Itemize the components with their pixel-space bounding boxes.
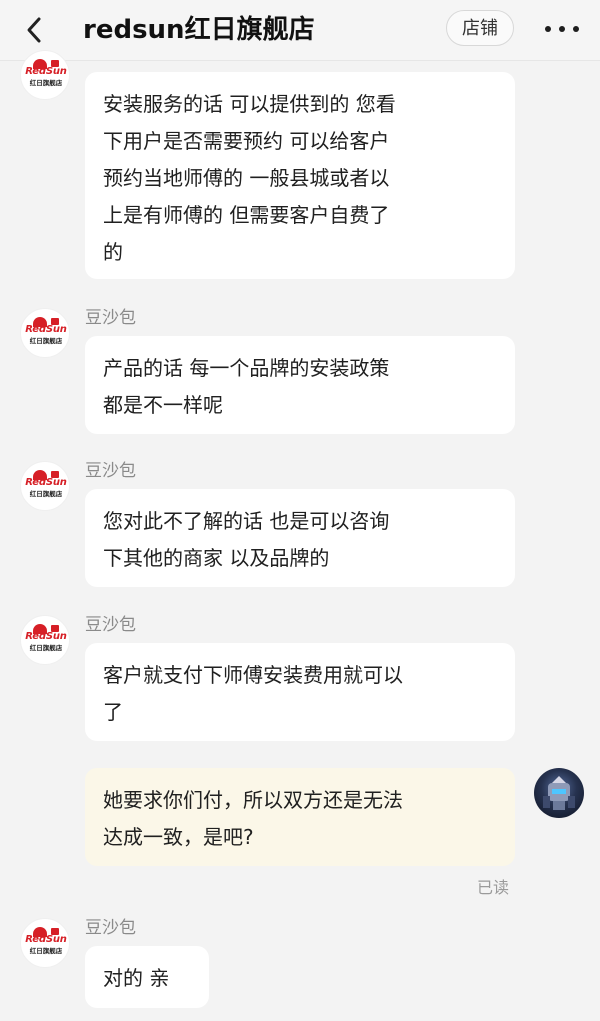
logo-brand-text: RedSun [25, 631, 67, 642]
user-message-bubble: 她要求你们付，所以双方还是无法 达成一致，是吧? [85, 768, 515, 866]
user-avatar[interactable] [534, 768, 584, 818]
read-status: 已读 [477, 878, 510, 897]
logo-store-text: 红日旗舰店 [29, 644, 63, 652]
logo-brand-text: RedSun [25, 66, 67, 77]
store-avatar[interactable]: RedSun 红日旗舰店 [20, 461, 70, 511]
sender-name: 豆沙包 [85, 308, 136, 328]
chat-header: redsun红日旗舰店 店铺 [0, 0, 600, 61]
message-bubble: 您对此不了解的话 也是可以咨询 下其他的商家 以及品牌的 [85, 489, 515, 587]
logo-brand-text: RedSun [25, 477, 67, 488]
message-bubble: 对的 亲 [85, 946, 209, 1008]
store-avatar[interactable]: RedSun 红日旗舰店 [20, 918, 70, 968]
more-button[interactable] [538, 14, 586, 44]
more-dot-icon [573, 26, 579, 32]
logo-store-text: 红日旗舰店 [29, 947, 63, 955]
logo-store-text: 红日旗舰店 [29, 337, 63, 345]
robot-avatar-icon [543, 776, 575, 810]
store-avatar[interactable]: RedSun 红日旗舰店 [20, 615, 70, 665]
more-dot-icon [559, 26, 565, 32]
message-bubble: 产品的话 每一个品牌的安装政策 都是不一样呢 [85, 336, 515, 434]
logo-brand-text: RedSun [25, 934, 67, 945]
sender-name: 豆沙包 [85, 918, 136, 938]
back-arrow-icon [27, 17, 41, 43]
message-bubble: 安装服务的话 可以提供到的 您看 下用户是否需要预约 可以给客户 预约当地师傅的… [85, 72, 515, 279]
chat-title: redsun红日旗舰店 [83, 15, 315, 45]
chat-screen: redsun红日旗舰店 店铺 RedSun 红日旗舰店 安装服务的话 可以提供到… [0, 0, 600, 1021]
sender-name: 豆沙包 [85, 615, 136, 635]
message-bubble: 客户就支付下师傅安装费用就可以 了 [85, 643, 515, 741]
back-button[interactable] [14, 10, 54, 50]
logo-brand-text: RedSun [25, 324, 67, 335]
more-dot-icon [545, 26, 551, 32]
store-avatar[interactable]: RedSun 红日旗舰店 [20, 308, 70, 358]
sender-name: 豆沙包 [85, 461, 136, 481]
logo-store-text: 红日旗舰店 [29, 79, 63, 87]
store-button[interactable]: 店铺 [446, 10, 514, 46]
store-avatar[interactable]: RedSun 红日旗舰店 [20, 50, 70, 100]
logo-store-text: 红日旗舰店 [29, 490, 63, 498]
